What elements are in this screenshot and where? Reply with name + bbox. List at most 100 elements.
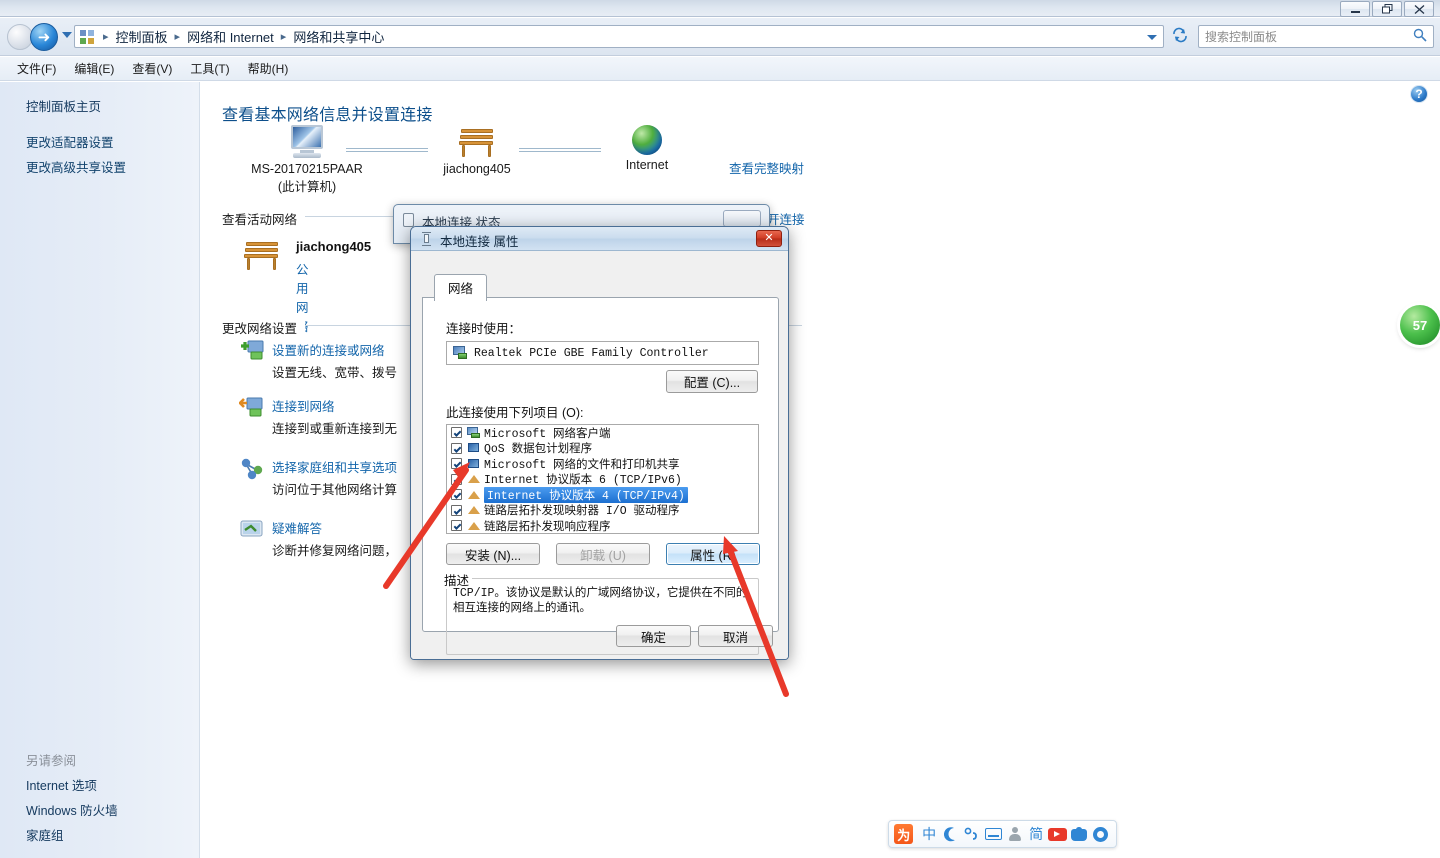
task-connect-to-network[interactable]: 连接到网络 连接到或重新连接到无: [238, 396, 397, 437]
sidebar-item-homegroup[interactable]: 家庭组: [26, 825, 64, 844]
network-node-internet[interactable]: Internet: [582, 125, 712, 173]
minimize-button[interactable]: [1340, 1, 1370, 17]
item-checkbox[interactable]: [451, 473, 462, 485]
task-setup-new-connection-link[interactable]: 设置新的连接或网络: [272, 340, 397, 359]
properties-dialog-titlebar: 本地连接 属性 ✕: [411, 227, 788, 251]
task-connect-to-network-link[interactable]: 连接到网络: [272, 396, 397, 415]
network-node-computer-sublabel: (此计算机): [277, 180, 337, 194]
menu-item-help[interactable]: 帮助(H): [239, 58, 298, 79]
floating-counter-badge[interactable]: 57: [1400, 305, 1440, 345]
list-item[interactable]: Microsoft 网络的文件和打印机共享: [447, 456, 758, 472]
sidebar-item-windows-firewall[interactable]: Windows 防火墙: [26, 800, 118, 819]
list-item[interactable]: QoS 数据包计划程序: [447, 441, 758, 456]
sidebar-item-internet-options[interactable]: Internet 选项: [26, 775, 97, 794]
menu-bar: 文件(F) 编辑(E) 查看(V) 工具(T) 帮助(H): [0, 57, 1440, 81]
address-dropdown-icon[interactable]: [1147, 35, 1157, 40]
protocol-icon: [467, 520, 481, 532]
simplified-chinese-icon[interactable]: 简: [1025, 823, 1046, 845]
bench-network-icon: [453, 125, 501, 159]
breadcrumb-item-1[interactable]: 网络和 Internet: [185, 27, 276, 46]
status-dialog-close-button[interactable]: [723, 210, 761, 227]
task-troubleshoot[interactable]: 疑难解答 诊断并修复网络问题，: [239, 518, 397, 559]
breadcrumb-item-2[interactable]: 网络和共享中心: [291, 27, 386, 46]
tab-network[interactable]: 网络: [434, 274, 488, 301]
search-input[interactable]: 搜索控制面板: [1205, 28, 1413, 45]
person-icon[interactable]: [1004, 823, 1025, 845]
item-checkbox[interactable]: [451, 427, 462, 439]
maximize-restore-button[interactable]: [1372, 1, 1402, 17]
close-button[interactable]: [1404, 1, 1434, 17]
menu-item-file[interactable]: 文件(F): [8, 58, 65, 79]
breadcrumb-sep-1: ▸: [174, 31, 181, 43]
properties-dialog-close-button[interactable]: ✕: [756, 230, 782, 247]
moon-icon[interactable]: [940, 823, 961, 845]
ok-button[interactable]: 确定: [616, 625, 691, 647]
status-dialog-icon: [403, 213, 414, 227]
gear-icon[interactable]: [1090, 823, 1111, 845]
help-icon[interactable]: ?: [1410, 85, 1428, 103]
task-troubleshoot-link[interactable]: 疑难解答: [272, 518, 397, 537]
network-node-computer[interactable]: MS-20170215PAAR (此计算机): [242, 125, 372, 195]
shirt-skin-icon[interactable]: [1068, 823, 1089, 845]
network-adapter-icon: [422, 232, 431, 246]
sidebar-item-change-adapter-settings[interactable]: 更改适配器设置: [26, 132, 114, 151]
task-homegroup-sharing[interactable]: 选择家庭组和共享选项 访问位于其他网络计算: [239, 457, 397, 498]
view-full-map-link[interactable]: 查看完整映射: [729, 158, 804, 177]
network-node-network[interactable]: jiachong405: [412, 125, 542, 177]
install-button[interactable]: 安装 (N)...: [446, 543, 540, 565]
list-item[interactable]: Internet 协议版本 6 (TCP/IPv6): [447, 472, 758, 488]
search-box[interactable]: 搜索控制面板: [1198, 25, 1434, 48]
address-bar[interactable]: ▸ 控制面板 ▸ 网络和 Internet ▸ 网络和共享中心: [74, 25, 1164, 48]
menu-item-tools[interactable]: 工具(T): [181, 58, 238, 79]
ime-toolbar[interactable]: 为 中 简: [888, 820, 1117, 848]
search-icon: [1413, 28, 1427, 45]
item-label: Microsoft 网络的文件和打印机共享: [484, 458, 680, 472]
window-titlebar: [0, 0, 1440, 17]
local-area-connection-properties-dialog[interactable]: 本地连接 属性 ✕ 网络 连接时使用： Realtek PCIe GBE Fam…: [410, 226, 789, 660]
item-checkbox[interactable]: [451, 442, 462, 454]
sogou-logo-icon[interactable]: 为: [894, 824, 914, 844]
connect-network-icon: [238, 396, 265, 420]
comma-icon[interactable]: [961, 823, 982, 845]
breadcrumb-item-0[interactable]: 控制面板: [114, 27, 170, 46]
service-icon: [467, 458, 481, 470]
item-properties-button[interactable]: 属性 (R): [666, 543, 760, 565]
list-item-selected[interactable]: Internet 协议版本 4 (TCP/IPv4): [447, 486, 758, 503]
item-label: 链路层拓扑发现响应程序: [484, 520, 611, 534]
menu-item-view[interactable]: 查看(V): [123, 58, 181, 79]
list-item[interactable]: 链路层拓扑发现映射器 I/O 驱动程序: [447, 503, 758, 519]
item-label: 链路层拓扑发现映射器 I/O 驱动程序: [484, 505, 680, 519]
task-homegroup-sharing-link[interactable]: 选择家庭组和共享选项: [272, 457, 397, 476]
description-text: TCP/IP。该协议是默认的广域网络协议，它提供在不同的相互连接的网络上的通讯。: [453, 587, 748, 615]
uninstall-button: 卸载 (U): [556, 543, 650, 565]
connect-using-label: 连接时使用：: [446, 322, 522, 336]
computer-icon: [287, 125, 327, 159]
item-checkbox[interactable]: [451, 520, 462, 532]
properties-dialog-footer: 确定 取消: [411, 615, 788, 659]
recent-pages-dropdown-icon[interactable]: [62, 32, 72, 38]
forward-button[interactable]: ➜: [30, 23, 58, 51]
refresh-button[interactable]: [1170, 27, 1190, 47]
sidebar-item-control-panel-home[interactable]: 控制面板主页: [26, 96, 101, 115]
control-panel-icon: [79, 29, 95, 45]
video-icon[interactable]: [1047, 823, 1068, 845]
adapter-field[interactable]: Realtek PCIe GBE Family Controller: [446, 341, 759, 365]
configure-button[interactable]: 配置 (C)...: [666, 370, 758, 393]
item-label: Internet 协议版本 6 (TCP/IPv6): [484, 474, 682, 488]
protocol-icon: [467, 489, 481, 501]
protocol-items-list[interactable]: Microsoft 网络客户端 QoS 数据包计划程序 Microsoft 网络…: [446, 424, 759, 534]
navigation-bar: ➜ ▸ 控制面板 ▸ 网络和 Internet ▸ 网络和共享中心 搜索控制面板: [0, 18, 1440, 56]
menu-item-edit[interactable]: 编辑(E): [65, 58, 123, 79]
keyboard-icon[interactable]: [983, 823, 1004, 845]
network-node-network-label: jiachong405: [443, 162, 511, 176]
cancel-button[interactable]: 取消: [698, 625, 773, 647]
ime-mode-chinese[interactable]: 中: [918, 823, 939, 845]
item-checkbox[interactable]: [451, 489, 462, 501]
list-item[interactable]: 链路层拓扑发现响应程序: [447, 518, 758, 534]
protocol-icon: [467, 504, 481, 516]
sidebar-item-change-advanced-sharing[interactable]: 更改高级共享设置: [26, 157, 126, 176]
list-item[interactable]: Microsoft 网络客户端: [447, 425, 758, 441]
task-setup-new-connection[interactable]: 设置新的连接或网络 设置无线、宽带、拨号: [239, 340, 397, 381]
item-checkbox[interactable]: [451, 458, 462, 470]
item-checkbox[interactable]: [451, 504, 462, 516]
